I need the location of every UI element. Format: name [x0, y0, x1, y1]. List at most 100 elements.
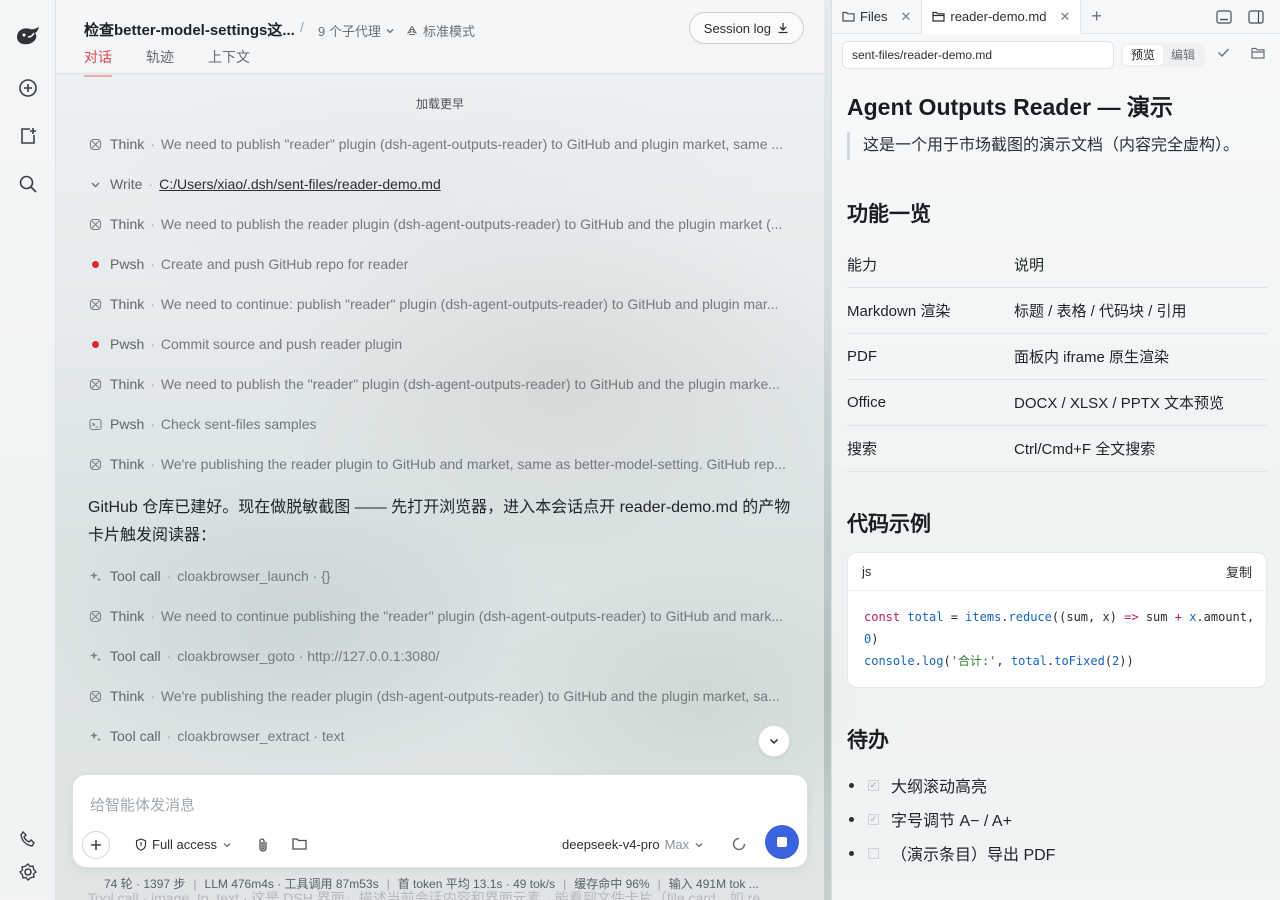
step-row[interactable]: Think · We need to publish the "reader" pl… [88, 372, 794, 396]
step-row[interactable]: Pwsh · Commit source and push reader plugi… [88, 332, 794, 356]
stop-icon [777, 837, 787, 847]
close-icon[interactable]: ✕ [1059, 9, 1070, 25]
think-icon [88, 217, 102, 231]
subagents-dropdown[interactable]: 9 个子代理 [318, 21, 395, 40]
access-dropdown[interactable]: Full access [135, 837, 232, 852]
stats-llm: LLM 476m4s · 工具调用 87m53s [204, 877, 379, 891]
table-cell: DOCX / XLSX / PPTX 文本预览 [1014, 395, 1225, 412]
phone-icon[interactable] [19, 830, 37, 848]
step-text: cloakbrowser_extract · text [177, 728, 345, 744]
tab-files[interactable]: Files ✕ [832, 0, 921, 34]
search-icon[interactable] [12, 168, 44, 200]
copy-code-button[interactable]: 复制 [1226, 562, 1252, 581]
todo-item: ✓ 字号调节 A− / A+ [847, 802, 1267, 836]
step-row[interactable]: Pwsh · Create and push GitHub repo for rea… [88, 252, 794, 276]
new-chat-icon[interactable] [12, 72, 44, 104]
step-row[interactable]: Tool call · cloakbrowser_extract · text [88, 724, 794, 748]
tab-trace[interactable]: 轨迹 [146, 47, 174, 67]
step-kind: Think [110, 456, 145, 472]
subagents-label: 9 个子代理 [318, 24, 381, 39]
doc-heading-todo: 待办 [847, 729, 889, 752]
scroll-to-bottom-button[interactable] [758, 725, 790, 757]
load-earlier-button[interactable]: 加载更早 [406, 93, 475, 115]
step-text: We're publishing the reader plugin (dsh-… [160, 688, 780, 704]
step-row[interactable]: Think · We're publishing the reader plugin… [88, 452, 794, 476]
step-kind: Think [110, 296, 145, 312]
message-composer[interactable]: 给智能体发消息 Full access deepseek-v4-pro Max [72, 774, 808, 868]
step-text: cloakbrowser_goto · http://127.0.0.1:308… [177, 648, 440, 664]
step-text: We're publishing the reader plugin to Gi… [160, 456, 786, 472]
step-row[interactable]: Think · We're publishing the reader plugin… [88, 684, 794, 708]
side-panel-icon[interactable] [1248, 10, 1264, 24]
doc-title: Agent Outputs Reader — 演示 [847, 94, 1173, 120]
tab-reader-demo[interactable]: reader-demo.md ✕ [921, 0, 1082, 34]
whale-logo-icon[interactable] [12, 20, 44, 52]
step-kind: Pwsh [110, 416, 145, 432]
minimize-panel-icon[interactable] [1216, 10, 1232, 24]
step-separator: · [150, 608, 155, 624]
step-kind: Think [110, 136, 145, 152]
checked-checkbox[interactable]: ✓ [868, 779, 879, 791]
terminal-icon [88, 417, 102, 431]
code-block: js 复制 const total = items.reduce((sum, x… [847, 552, 1267, 688]
file-path-field[interactable]: sent-files/reader-demo.md [842, 41, 1114, 69]
bullet-icon [849, 816, 854, 822]
step-row[interactable]: Tool call · cloakbrowser_launch · {} [88, 564, 794, 588]
preview-toggle[interactable]: 预览 [1123, 45, 1164, 65]
loading-spinner-icon [732, 837, 746, 851]
message-input[interactable]: 给智能体发消息 [90, 794, 195, 815]
table-cell: 标题 / 表格 / 代码块 / 引用 [1014, 303, 1187, 320]
unchecked-checkbox[interactable] [868, 847, 879, 859]
folder-icon[interactable] [292, 837, 307, 850]
model-name: deepseek-v4-pro [562, 837, 660, 852]
settings-icon[interactable] [18, 862, 38, 882]
step-row[interactable]: Pwsh · Check sent-files samples [88, 412, 794, 436]
step-kind: Tool call [110, 728, 161, 744]
message-list: 加载更早 Think · We need to publish "reader" p… [56, 74, 824, 900]
step-text: We need to publish "reader" plugin (dsh-… [160, 136, 784, 152]
sparkle-icon [88, 729, 102, 743]
paperclip-icon[interactable] [256, 837, 270, 853]
step-row[interactable]: Think · We need to continue: publish "read… [88, 292, 794, 316]
add-file-icon[interactable] [12, 120, 44, 152]
stop-button[interactable] [765, 825, 799, 859]
download-icon [777, 22, 789, 34]
step-file-link[interactable]: C:/Users/xiao/.dsh/sent-files/reader-dem… [159, 176, 441, 192]
tab-files-label: Files [860, 9, 888, 24]
model-dropdown[interactable]: deepseek-v4-pro Max [562, 837, 704, 852]
step-row[interactable]: Think · We need to continue publishing the… [88, 604, 794, 628]
tab-conversation[interactable]: 对话 [84, 47, 112, 77]
mode-indicator[interactable]: 标准模式 [406, 21, 475, 40]
doc-blockquote: 这是一个用于市场截图的演示文档（内容完全虚构）。 [847, 132, 1239, 160]
open-folder-icon[interactable] [1251, 47, 1265, 59]
session-log-button[interactable]: Session log [688, 12, 804, 44]
check-icon[interactable] [1217, 47, 1230, 58]
bullet-icon [849, 850, 854, 856]
table-row: 搜索 Ctrl/Cmd+F 全文搜索 [847, 426, 1267, 472]
step-separator: · [150, 216, 155, 232]
checked-checkbox[interactable]: ✓ [868, 813, 879, 825]
step-kind: Write [110, 176, 143, 192]
step-kind: Tool call [110, 568, 161, 584]
step-row[interactable]: Think · We need to publish "reader" plugin… [88, 132, 794, 156]
edit-toggle[interactable]: 编辑 [1163, 45, 1203, 65]
step-row[interactable]: Write · C:/Users/xiao/.dsh/sent-files/read… [88, 172, 794, 196]
table-header-cell: 说明 [1014, 257, 1045, 274]
step-row[interactable]: Tool call · cloakbrowser_goto · http://127… [88, 644, 794, 668]
stats-first-token: 首 token 平均 13.1s · 49 tok/s [397, 877, 556, 891]
stats-rounds: 74 轮 · 1397 步 [104, 877, 186, 891]
close-icon[interactable]: ✕ [900, 9, 911, 25]
step-text: We need to publish the reader plugin (ds… [160, 216, 783, 232]
step-separator: · [150, 688, 155, 704]
step-row[interactable]: Think · We need to publish the reader plug… [88, 212, 794, 236]
step-separator: · [150, 256, 155, 272]
add-tab-icon[interactable]: + [1091, 6, 1102, 27]
tab-context[interactable]: 上下文 [208, 47, 250, 67]
chevron-down-icon [222, 840, 232, 850]
folder-open-icon [932, 11, 945, 22]
stats-input: 输入 491M tok ... [668, 877, 759, 891]
step-separator: · [150, 136, 155, 152]
session-title[interactable]: 检查better-model-settings这... [84, 19, 295, 40]
add-attachment-button[interactable] [82, 831, 110, 859]
think-icon [88, 297, 102, 311]
